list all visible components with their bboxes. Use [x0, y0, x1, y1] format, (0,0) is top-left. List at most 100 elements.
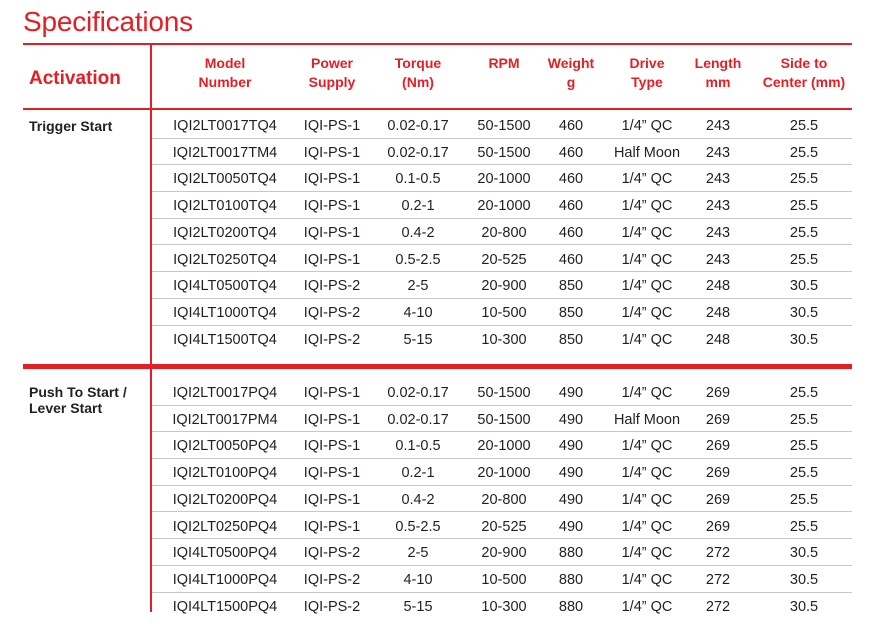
cell-weight: 490 — [558, 385, 584, 401]
column-header-model-number: Model Number — [198, 55, 252, 90]
column-header-power-supply: Power Supply — [308, 55, 356, 90]
cell-rpm: 20-900 — [481, 278, 527, 295]
cell-weight: 490 — [558, 491, 584, 508]
cell-drive-type: 1/4” QC — [621, 465, 673, 482]
cell-length: 269 — [705, 518, 731, 535]
cell-model-number: IQI2LT0050TQ4 — [173, 171, 277, 188]
cell-rpm: 10-300 — [481, 331, 527, 348]
cell-power-supply: IQI-PS-1 — [303, 465, 361, 482]
cell-power-supply: IQI-PS-2 — [303, 545, 361, 562]
cell-drive-type: 1/4” QC — [621, 491, 673, 508]
cell-length: 248 — [705, 331, 731, 348]
cell-length: 272 — [705, 545, 731, 562]
cell-power-supply: IQI-PS-1 — [303, 144, 361, 161]
cell-power-supply: IQI-PS-1 — [303, 491, 361, 508]
cell-rpm: 20-1000 — [477, 171, 531, 188]
table-row: IQI4LT1500TQ4 IQI-PS-2 5-15 10-300 850 1/4” Q… — [152, 326, 852, 353]
cell-rpm: 20-525 — [481, 518, 527, 535]
cell-model-number: IQI2LT0017PQ4 — [172, 385, 278, 401]
table-row: IQI4LT1000PQ4 IQI-PS-2 4-10 10-500 880 1/4” Q… — [152, 566, 852, 593]
cell-torque: 0.4-2 — [401, 224, 435, 241]
column-header-torque: Torque (Nm) — [394, 55, 442, 90]
cell-power-supply: IQI-PS-1 — [303, 411, 361, 428]
cell-torque: 0.4-2 — [401, 491, 435, 508]
cell-model-number: IQI2LT0200PQ4 — [172, 491, 278, 508]
cell-drive-type: 1/4” QC — [621, 251, 673, 268]
cell-power-supply: IQI-PS-1 — [303, 385, 361, 401]
cell-length: 272 — [705, 598, 731, 615]
cell-drive-type: 1/4” QC — [621, 598, 673, 615]
cell-model-number: IQI2LT0100PQ4 — [172, 465, 278, 482]
cell-side-to-center: 25.5 — [789, 465, 819, 482]
cell-weight: 490 — [558, 465, 584, 482]
cell-drive-type: 1/4” QC — [621, 198, 673, 215]
cell-drive-type: 1/4” QC — [621, 224, 673, 241]
cell-power-supply: IQI-PS-1 — [303, 518, 361, 535]
cell-weight: 850 — [558, 331, 584, 348]
cell-power-supply: IQI-PS-2 — [303, 304, 361, 321]
cell-model-number: IQI2LT0250TQ4 — [173, 251, 277, 268]
cell-rpm: 10-300 — [481, 598, 527, 615]
cell-side-to-center: 30.5 — [789, 598, 819, 615]
table-row: IQI2LT0200PQ4 IQI-PS-1 0.4-2 20-800 490 1/4” … — [152, 486, 852, 513]
cell-weight: 880 — [558, 571, 584, 588]
cell-length: 269 — [705, 438, 731, 455]
cell-power-supply: IQI-PS-1 — [303, 224, 361, 241]
column-header-length: Length mm — [694, 55, 742, 90]
cell-torque: 0.1-0.5 — [395, 171, 441, 188]
cell-model-number: IQI2LT0100TQ4 — [173, 198, 277, 215]
cell-torque: 0.02-0.17 — [387, 411, 449, 428]
cell-drive-type: 1/4” QC — [621, 518, 673, 535]
cell-torque: 2-5 — [407, 278, 429, 295]
cell-rpm: 20-525 — [481, 251, 527, 268]
cell-length: 272 — [705, 571, 731, 588]
table-row: IQI2LT0050PQ4 IQI-PS-1 0.1-0.5 20-1000 490 1/… — [152, 432, 852, 460]
cell-model-number: IQI2LT0250PQ4 — [172, 518, 278, 535]
cell-rpm: 10-500 — [481, 571, 527, 588]
column-header-rpm: RPM — [488, 55, 520, 71]
cell-drive-type: 1/4” QC — [621, 171, 673, 188]
cell-model-number: IQI4LT0500PQ4 — [172, 545, 278, 562]
cell-side-to-center: 25.5 — [789, 491, 819, 508]
table-row: IQI2LT0250PQ4 IQI-PS-1 0.5-2.5 20-525 490 1/4… — [152, 513, 852, 540]
cell-drive-type: 1/4” QC — [621, 545, 673, 562]
cell-power-supply: IQI-PS-2 — [303, 331, 361, 348]
table-row: IQI2LT0100PQ4 IQI-PS-1 0.2-1 20-1000 490 1/4”… — [152, 459, 852, 486]
cell-rpm: 50-1500 — [477, 144, 531, 161]
cell-power-supply: IQI-PS-1 — [303, 251, 361, 268]
cell-length: 269 — [705, 385, 731, 401]
cell-rpm: 20-900 — [481, 545, 527, 562]
table-row: IQI2LT0017PM4 IQI-PS-1 0.02-0.17 50-1500 490… — [152, 406, 852, 433]
cell-torque: 0.2-1 — [401, 465, 435, 482]
cell-torque: 0.02-0.17 — [387, 385, 449, 401]
cell-weight: 490 — [558, 518, 584, 535]
cell-weight: 490 — [558, 438, 584, 455]
cell-side-to-center: 25.5 — [789, 411, 819, 428]
cell-drive-type: 1/4” QC — [621, 278, 673, 295]
table-row: IQI4LT0500TQ4 IQI-PS-2 2-5 20-900 850 1/4” QC… — [152, 272, 852, 299]
cell-side-to-center: 30.5 — [789, 545, 819, 562]
cell-length: 243 — [705, 224, 731, 241]
cell-length: 243 — [705, 118, 731, 134]
column-header-weight: Weight g — [547, 55, 595, 90]
cell-side-to-center: 25.5 — [789, 171, 819, 188]
cell-model-number: IQI2LT0017TQ4 — [173, 118, 277, 134]
cell-torque: 0.02-0.17 — [387, 144, 449, 161]
cell-weight: 490 — [558, 411, 584, 428]
cell-side-to-center: 25.5 — [789, 518, 819, 535]
cell-rpm: 20-800 — [481, 224, 527, 241]
table-row: IQI2LT0050TQ4 IQI-PS-1 0.1-0.5 20-1000 460 1/… — [152, 165, 852, 193]
cell-rpm: 20-1000 — [477, 438, 531, 455]
cell-weight: 880 — [558, 545, 584, 562]
cell-rpm: 20-1000 — [477, 465, 531, 482]
cell-rpm: 50-1500 — [477, 411, 531, 428]
page-title: Specifications — [23, 6, 193, 37]
cell-model-number: IQI4LT0500TQ4 — [173, 278, 277, 295]
cell-weight: 460 — [558, 251, 584, 268]
cell-side-to-center: 25.5 — [789, 438, 819, 455]
cell-side-to-center: 25.5 — [789, 251, 819, 268]
cell-side-to-center: 30.5 — [789, 278, 819, 295]
cell-length: 243 — [705, 251, 731, 268]
cell-model-number: IQI2LT0050PQ4 — [172, 438, 278, 455]
cell-length: 269 — [705, 411, 731, 428]
